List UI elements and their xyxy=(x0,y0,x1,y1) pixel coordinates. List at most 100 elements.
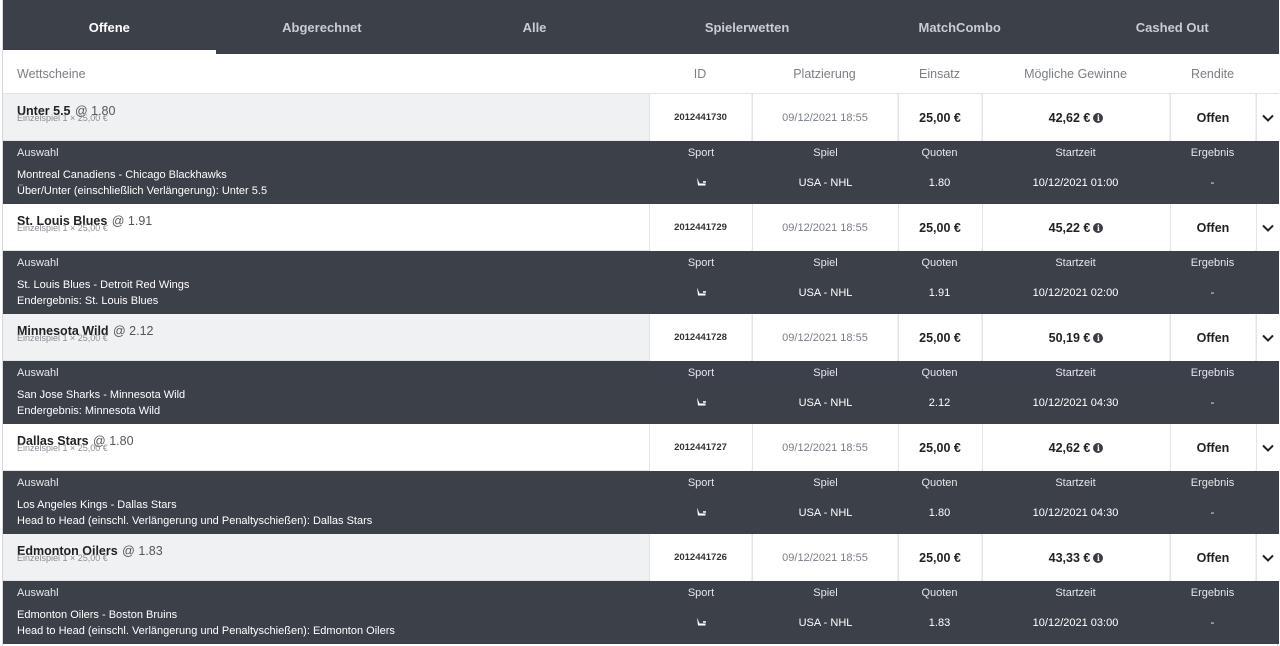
bet-id: 2012441726 xyxy=(674,552,727,563)
detail-header-ergebnis: Ergebnis xyxy=(1190,147,1235,159)
bet-stake: 25,00 € xyxy=(919,110,961,125)
detail-odds: 1.83 xyxy=(928,617,951,629)
detail-start-time: 10/12/2021 02:00 xyxy=(1032,287,1119,299)
chevron-down-icon[interactable] xyxy=(1256,314,1279,361)
bet-summary-row[interactable]: Dallas Stars @ 1.80 Einzelspiel 1 × 25,0… xyxy=(3,424,1279,471)
table-header: Wettscheine ID Platzierung Einsatz Mögli… xyxy=(3,54,1279,94)
detail-league: USA - NHL xyxy=(798,397,853,409)
detail-header-auswahl: Auswahl xyxy=(17,587,59,599)
detail-result: - xyxy=(1210,177,1215,189)
bet-type-label: Einzelspiel 1 × 25,00 € xyxy=(17,442,108,453)
detail-result: - xyxy=(1210,507,1215,519)
chevron-down-icon[interactable] xyxy=(1256,534,1279,581)
header-id: ID xyxy=(693,67,707,81)
detail-match: St. Louis Blues - Detroit Red Wings xyxy=(17,279,190,291)
header-platzierung: Platzierung xyxy=(793,67,856,81)
tab-matchcombo[interactable]: MatchCombo xyxy=(853,0,1066,54)
detail-league: USA - NHL xyxy=(798,507,853,519)
bet-id-cell: 2012441728 xyxy=(649,314,751,361)
info-icon[interactable]: i xyxy=(1093,112,1104,123)
info-icon[interactable]: i xyxy=(1093,442,1104,453)
header-moegliche-gewinne: Mögliche Gewinne xyxy=(1024,67,1127,81)
detail-header-auswahl: Auswahl xyxy=(17,477,59,489)
chevron-down-icon[interactable] xyxy=(1256,204,1279,251)
detail-market: Über/Unter (einschließlich Verlängerung)… xyxy=(17,185,268,197)
bet-status: Offen xyxy=(1196,110,1230,125)
bet-slip: Dallas Stars @ 1.80 Einzelspiel 1 × 25,0… xyxy=(3,424,1279,534)
header-wettscheine: Wettscheine xyxy=(17,67,86,81)
detail-header-startzeit: Startzeit xyxy=(1055,257,1096,269)
bet-win-cell: 45,22 € i xyxy=(982,204,1169,251)
info-icon[interactable]: i xyxy=(1093,552,1104,563)
detail-start-time: 10/12/2021 03:00 xyxy=(1032,617,1119,629)
detail-header-quoten: Quoten xyxy=(921,477,958,489)
bet-placed-cell: 09/12/2021 18:55 xyxy=(752,94,897,141)
bet-placed-cell: 09/12/2021 18:55 xyxy=(752,204,897,251)
detail-odds: 1.80 xyxy=(928,177,951,189)
detail-header-spiel: Spiel xyxy=(813,477,838,489)
bet-id-cell: 2012441726 xyxy=(649,534,751,581)
detail-header-spiel: Spiel xyxy=(813,367,838,379)
bet-type-label: Einzelspiel 1 × 25,00 € xyxy=(17,552,108,563)
bet-stake-cell: 25,00 € xyxy=(898,94,981,141)
detail-result: - xyxy=(1210,397,1215,409)
bet-placed-cell: 09/12/2021 18:55 xyxy=(752,424,897,471)
bet-stake-cell: 25,00 € xyxy=(898,424,981,471)
detail-header-sport: Sport xyxy=(687,257,715,269)
detail-result: - xyxy=(1210,287,1215,299)
bet-possible-win: 50,19 € xyxy=(1048,330,1091,345)
detail-header-auswahl: Auswahl xyxy=(17,257,59,269)
bet-status: Offen xyxy=(1196,440,1230,455)
bet-summary-row[interactable]: Minnesota Wild @ 2.12 Einzelspiel 1 × 25… xyxy=(3,314,1279,361)
bet-status: Offen xyxy=(1196,550,1230,565)
bet-status: Offen xyxy=(1196,220,1230,235)
detail-sport-cell xyxy=(651,177,751,190)
detail-header-startzeit: Startzeit xyxy=(1055,367,1096,379)
bet-odds: @ 1.83 xyxy=(122,544,163,558)
tab-cashed-out[interactable]: Cashed Out xyxy=(1066,0,1279,54)
bet-stake: 25,00 € xyxy=(919,330,961,345)
bet-type-label: Einzelspiel 1 × 25,00 € xyxy=(17,222,108,233)
detail-match: Edmonton Oilers - Boston Bruins xyxy=(17,609,178,621)
chevron-down-icon[interactable] xyxy=(1256,94,1279,141)
bet-summary-row[interactable]: Unter 5.5 @ 1.80 Einzelspiel 1 × 25,00 €… xyxy=(3,94,1279,141)
tab-spielerwetten[interactable]: Spielerwetten xyxy=(641,0,854,54)
detail-match: Montreal Canadiens - Chicago Blackhawks xyxy=(17,169,227,181)
tab-alle[interactable]: Alle xyxy=(428,0,641,54)
bet-possible-win: 42,62 € xyxy=(1048,440,1091,455)
bet-id: 2012441729 xyxy=(674,222,727,233)
detail-odds: 1.80 xyxy=(928,507,951,519)
bet-status-cell: Offen xyxy=(1170,314,1255,361)
detail-start-time: 10/12/2021 04:30 xyxy=(1032,507,1119,519)
detail-sport-cell xyxy=(651,507,751,520)
detail-market: Endergebnis: Minnesota Wild xyxy=(17,405,161,417)
bet-detail-panel: Auswahl Los Angeles Kings - Dallas Stars… xyxy=(3,471,1279,534)
bet-possible-win: 42,62 € xyxy=(1048,110,1091,125)
bet-slip: Edmonton Oilers @ 1.83 Einzelspiel 1 × 2… xyxy=(3,534,1279,644)
detail-league: USA - NHL xyxy=(798,287,853,299)
bet-type-label: Einzelspiel 1 × 25,00 € xyxy=(17,112,108,123)
detail-market: Endergebnis: St. Louis Blues xyxy=(17,295,159,307)
info-icon[interactable]: i xyxy=(1093,332,1104,343)
info-icon[interactable]: i xyxy=(1093,222,1104,233)
chevron-down-icon[interactable] xyxy=(1256,424,1279,471)
detail-header-spiel: Spiel xyxy=(813,147,838,159)
bet-placed-time: 09/12/2021 18:55 xyxy=(782,551,868,564)
bet-win-cell: 42,62 € i xyxy=(982,424,1169,471)
detail-start-time: 10/12/2021 01:00 xyxy=(1032,177,1119,189)
bet-summary-row[interactable]: St. Louis Blues @ 1.91 Einzelspiel 1 × 2… xyxy=(3,204,1279,251)
header-einsatz: Einsatz xyxy=(919,67,960,81)
bet-status-cell: Offen xyxy=(1170,204,1255,251)
bet-summary-row[interactable]: Edmonton Oilers @ 1.83 Einzelspiel 1 × 2… xyxy=(3,534,1279,581)
detail-header-quoten: Quoten xyxy=(921,257,958,269)
bet-id-cell: 2012441730 xyxy=(649,94,751,141)
bet-stake-cell: 25,00 € xyxy=(898,534,981,581)
bet-type-label: Einzelspiel 1 × 25,00 € xyxy=(17,332,108,343)
ice-hockey-icon xyxy=(697,397,706,406)
tab-bar: Offene Abgerechnet Alle Spielerwetten Ma… xyxy=(3,0,1279,54)
detail-odds: 1.91 xyxy=(928,287,951,299)
tab-offene[interactable]: Offene xyxy=(3,0,216,54)
bet-odds: @ 2.12 xyxy=(113,324,154,338)
detail-header-auswahl: Auswahl xyxy=(17,147,59,159)
tab-abgerechnet[interactable]: Abgerechnet xyxy=(216,0,429,54)
